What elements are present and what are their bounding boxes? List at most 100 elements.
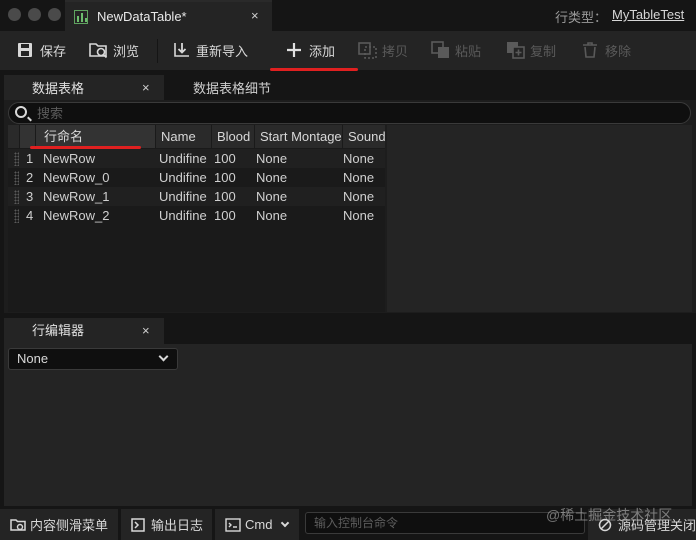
reimport-icon bbox=[172, 41, 190, 59]
search-icon bbox=[15, 106, 27, 118]
row-name-cell: NewRow_2 bbox=[43, 208, 110, 223]
title-bar: NewDataTable* × 行类型： MyTableTest bbox=[0, 0, 696, 31]
blood-cell: 100 bbox=[214, 189, 236, 204]
data-table-icon bbox=[74, 10, 88, 24]
data-table-panel: 行命名 Name Blood Start Montage Sound 1 New… bbox=[4, 100, 696, 313]
close-icon[interactable]: × bbox=[142, 80, 150, 95]
output-log-icon bbox=[131, 517, 145, 532]
row-name-cell: NewRow bbox=[43, 151, 96, 166]
console-command-input[interactable] bbox=[306, 513, 584, 533]
watermark: @稀土掘金技术社区 bbox=[546, 507, 673, 523]
close-tab-icon[interactable]: × bbox=[251, 8, 259, 23]
upper-panel-tabs: 数据表格 × 数据表格细节 bbox=[0, 72, 696, 100]
remove-button[interactable]: 移除 bbox=[581, 31, 631, 69]
tab-data-table[interactable]: 数据表格 × bbox=[4, 75, 164, 100]
paste-icon bbox=[431, 41, 449, 59]
data-table-grid: 行命名 Name Blood Start Montage Sound 1 New… bbox=[8, 125, 385, 312]
copy-button[interactable]: 拷贝 bbox=[358, 31, 408, 69]
paste-label: 粘贴 bbox=[455, 43, 482, 59]
document-title: NewDataTable* bbox=[97, 9, 187, 24]
window-dot-icon[interactable] bbox=[48, 8, 61, 21]
tab-data-table-details-label: 数据表格细节 bbox=[193, 81, 272, 96]
header-row-name[interactable]: 行命名 bbox=[36, 125, 156, 148]
duplicate-button[interactable]: 复制 bbox=[506, 31, 556, 69]
row-type-link[interactable]: MyTableTest bbox=[612, 7, 684, 22]
browse-button[interactable]: 浏览 bbox=[89, 31, 139, 69]
header-index bbox=[20, 125, 36, 148]
row-select-dropdown[interactable]: None bbox=[8, 348, 178, 370]
sound-cell: None bbox=[343, 151, 375, 166]
trash-icon bbox=[581, 41, 599, 59]
header-sound[interactable]: Sound bbox=[343, 125, 385, 148]
close-icon[interactable]: × bbox=[142, 318, 150, 344]
tab-row-editor[interactable]: 行编辑器 × bbox=[4, 318, 164, 344]
name-cell: Undifine bbox=[159, 189, 207, 204]
cmd-dropdown[interactable]: Cmd bbox=[215, 509, 299, 540]
content-drawer-icon bbox=[10, 518, 26, 532]
table-header: 行命名 Name Blood Start Montage Sound bbox=[8, 125, 385, 148]
name-cell: Undifine bbox=[159, 208, 207, 223]
table-empty-area bbox=[387, 125, 692, 312]
blood-cell: 100 bbox=[214, 170, 236, 185]
toolbar: 保存 浏览 重新导入 添加 拷贝 粘贴 复制 移除 bbox=[0, 31, 696, 71]
drag-handle-icon[interactable] bbox=[14, 152, 19, 166]
table-row[interactable]: 1 NewRow Undifine 100 None None bbox=[8, 149, 385, 168]
row-name-highlight-underline bbox=[30, 146, 141, 149]
search-input[interactable] bbox=[37, 105, 677, 122]
drag-handle-icon[interactable] bbox=[14, 171, 19, 185]
header-spacer bbox=[8, 125, 20, 148]
save-label: 保存 bbox=[40, 43, 67, 59]
output-log-label: 输出日志 bbox=[151, 518, 204, 533]
table-row[interactable]: 4 NewRow_2 Undifine 100 None None bbox=[8, 206, 385, 225]
header-name[interactable]: Name bbox=[156, 125, 212, 148]
name-cell: Undifine bbox=[159, 170, 207, 185]
table-row[interactable]: 3 NewRow_1 Undifine 100 None None bbox=[8, 187, 385, 206]
remove-label: 移除 bbox=[605, 43, 632, 59]
document-tab[interactable]: NewDataTable* × bbox=[65, 0, 272, 31]
lower-panel-tabs: 行编辑器 × bbox=[0, 318, 696, 344]
table-row[interactable]: 2 NewRow_0 Undifine 100 None None bbox=[8, 168, 385, 187]
window-dot-icon[interactable] bbox=[8, 8, 21, 21]
browse-icon bbox=[89, 41, 108, 59]
window-dot-icon[interactable] bbox=[28, 8, 41, 21]
copy-label: 拷贝 bbox=[382, 43, 409, 59]
row-select-value: None bbox=[17, 351, 49, 366]
terminal-icon bbox=[225, 517, 241, 532]
add-row-button[interactable]: 添加 bbox=[285, 31, 335, 69]
name-cell: Undifine bbox=[159, 151, 207, 166]
reimport-label: 重新导入 bbox=[196, 43, 249, 59]
add-highlight-underline bbox=[270, 68, 358, 71]
cmd-label: Cmd bbox=[245, 517, 273, 532]
search-box[interactable] bbox=[8, 102, 691, 124]
sound-cell: None bbox=[343, 170, 375, 185]
row-index: 1 bbox=[26, 151, 34, 166]
row-type-label: 行类型： bbox=[555, 10, 608, 25]
save-button[interactable]: 保存 bbox=[16, 31, 66, 69]
sound-cell: None bbox=[343, 208, 375, 223]
start-montage-cell: None bbox=[256, 170, 288, 185]
output-log-button[interactable]: 输出日志 bbox=[121, 509, 212, 540]
tab-data-table-label: 数据表格 bbox=[32, 81, 85, 96]
blood-cell: 100 bbox=[214, 151, 236, 166]
add-label: 添加 bbox=[309, 43, 336, 59]
row-index: 4 bbox=[26, 208, 34, 223]
drag-handle-icon[interactable] bbox=[14, 190, 19, 204]
content-drawer-label: 内容侧滑菜单 bbox=[30, 518, 109, 533]
tab-data-table-details[interactable]: 数据表格细节 bbox=[168, 75, 368, 100]
row-index: 2 bbox=[26, 170, 34, 185]
console-command-field[interactable] bbox=[305, 512, 585, 534]
tab-row-editor-label: 行编辑器 bbox=[32, 323, 85, 338]
plus-icon bbox=[285, 41, 303, 59]
chevron-down-icon bbox=[281, 518, 290, 528]
row-name-cell: NewRow_1 bbox=[43, 189, 110, 204]
reimport-button[interactable]: 重新导入 bbox=[172, 31, 248, 69]
paste-button[interactable]: 粘贴 bbox=[431, 31, 481, 69]
blood-cell: 100 bbox=[214, 208, 236, 223]
start-montage-cell: None bbox=[256, 208, 288, 223]
header-blood[interactable]: Blood bbox=[212, 125, 255, 148]
chevron-down-icon bbox=[158, 351, 169, 362]
header-start-montage[interactable]: Start Montage bbox=[255, 125, 343, 148]
content-drawer-button[interactable]: 内容侧滑菜单 bbox=[0, 509, 118, 540]
drag-handle-icon[interactable] bbox=[14, 209, 19, 223]
toolbar-divider bbox=[157, 39, 158, 63]
